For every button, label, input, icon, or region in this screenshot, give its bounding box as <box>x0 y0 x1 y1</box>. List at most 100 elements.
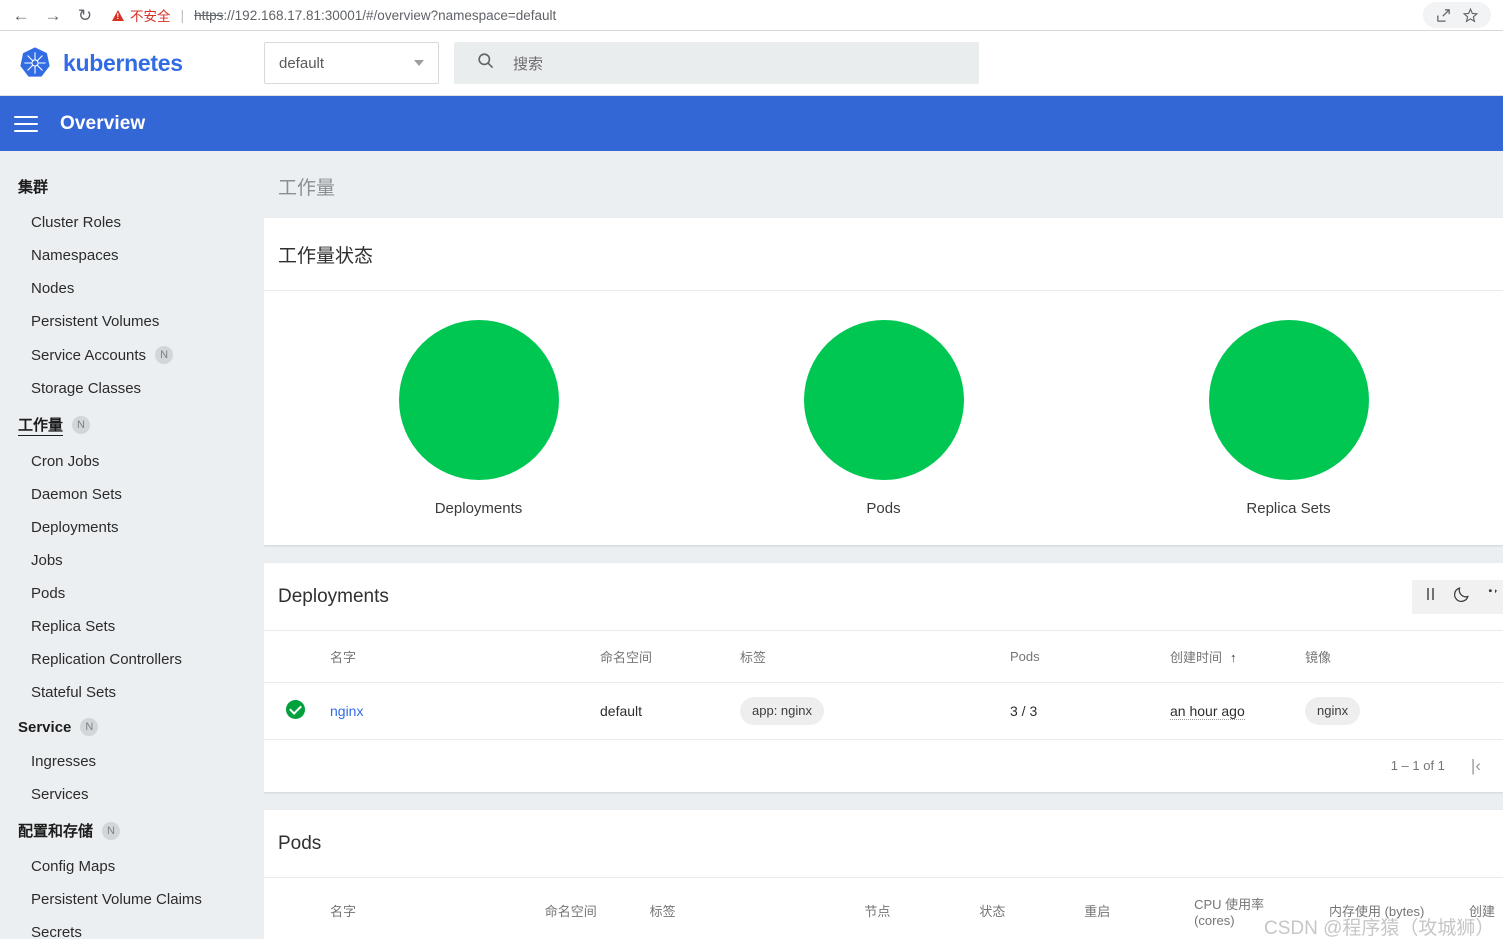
sidebar-item-label: Persistent Volumes <box>31 313 160 330</box>
moon-icon[interactable] <box>1452 585 1471 609</box>
sidebar-item-jobs[interactable]: Jobs <box>0 544 264 577</box>
workload-status-card: 工作量状态 Deployments Pods Replica Sets <box>264 218 1503 545</box>
pods-col-created[interactable]: 创建 <box>1460 877 1503 939</box>
deployments-col-images[interactable]: 镜像 <box>1297 631 1503 683</box>
pods-col-restarts[interactable]: 重启 <box>1076 877 1187 939</box>
first-page-icon[interactable]: |‹ <box>1471 756 1481 776</box>
sidebar-item-cron-jobs[interactable]: Cron Jobs <box>0 445 264 478</box>
sidebar-section-label: Service <box>18 718 72 736</box>
sidebar-item-persistent-volumes[interactable]: Persistent Volumes <box>0 305 264 338</box>
donut-chart-label: Deployments <box>434 499 523 517</box>
sidebar-item-persistent-volume-claims[interactable]: Persistent Volume Claims <box>0 883 264 916</box>
sidebar-item-label: Nodes <box>31 280 75 297</box>
sidebar-section-2[interactable]: Service N <box>0 709 264 745</box>
search-field[interactable]: 搜索 <box>454 42 979 84</box>
sidebar-section-1[interactable]: 工作量 N <box>0 405 264 445</box>
workload-status-title: 工作量状态 <box>264 218 1503 291</box>
deployment-images-cell: nginx <box>1297 682 1503 740</box>
workload-graph-replica-sets: Replica Sets <box>1086 319 1491 517</box>
search-placeholder: 搜索 <box>513 55 544 73</box>
reload-icon[interactable]: ↻ <box>70 2 100 28</box>
sidebar-section-label: 配置和存储 <box>18 823 94 840</box>
sidebar-item-label: Deployments <box>31 519 119 536</box>
dashboard-topbar: kubernetes default 搜索 <box>0 31 1503 96</box>
sidebar-item-label: Secrets <box>31 924 82 939</box>
pods-table-head: 名字 命名空间 标签 节点 状态 重启 CPU 使用率 (cores) 内存使用… <box>264 877 1503 939</box>
sidebar-item-replica-sets[interactable]: Replica Sets <box>0 610 264 643</box>
hamburger-menu-icon[interactable] <box>14 115 38 132</box>
sidebar-item-label: Cron Jobs <box>31 453 100 470</box>
sidebar-item-nodes[interactable]: Nodes <box>0 272 264 305</box>
insecure-warning-icon <box>112 9 124 21</box>
donut-chart <box>398 319 559 480</box>
deployment-name-cell-value[interactable]: nginx <box>330 703 363 719</box>
pods-col-labels[interactable]: 标签 <box>641 877 857 939</box>
sidebar-item-label: Pods <box>31 585 66 602</box>
sidebar-nav[interactable]: 集群 Cluster Roles Namespaces Nodes Persistent… <box>0 151 264 939</box>
pods-col-name[interactable]: 名字 <box>321 877 537 939</box>
table-row[interactable]: nginx default app: nginx 3 / 3 an hour ago ng… <box>264 682 1503 740</box>
sidebar-item-config-maps[interactable]: Config Maps <box>0 850 264 883</box>
brand-label: kubernetes <box>63 49 183 76</box>
sidebar-item-label: Namespaces <box>31 247 119 264</box>
sidebar-item-services[interactable]: Services <box>0 778 264 811</box>
breadcrumb[interactable]: 工作量 <box>264 151 1503 218</box>
deployment-created-cell: an hour ago <box>1162 682 1297 740</box>
more-icon[interactable] <box>1485 586 1501 607</box>
deployments-card-tools <box>1412 579 1503 614</box>
status-ok-icon <box>286 699 305 719</box>
star-icon[interactable] <box>1462 7 1479 24</box>
pods-col-state[interactable]: 状态 <box>971 877 1077 939</box>
sidebar-item-service-accounts[interactable]: Service Accounts N <box>0 338 264 372</box>
sidebar-item-storage-classes[interactable]: Storage Classes <box>0 372 264 405</box>
sidebar-item-pods[interactable]: Pods <box>0 577 264 610</box>
namespace-selector[interactable]: default <box>264 42 439 84</box>
pods-col-cpu[interactable]: CPU 使用率 (cores) <box>1186 877 1321 939</box>
deployments-header-row: 名字 命名空间 标签 Pods 创建时间 ↑ 镜像 <box>264 631 1503 683</box>
pods-col-memory[interactable]: 内存使用 (bytes) <box>1320 877 1461 939</box>
sidebar-item-label: Jobs <box>31 552 63 569</box>
deployments-col-namespace[interactable]: 命名空间 <box>592 631 732 683</box>
deployments-col-name[interactable]: 名字 <box>322 631 592 683</box>
namespace-selected-value: default <box>279 54 325 72</box>
sidebar-item-label: Services <box>31 786 89 803</box>
sidebar-section-0[interactable]: 集群 <box>0 167 264 206</box>
sidebar-item-secrets[interactable]: Secrets <box>0 916 264 939</box>
sidebar-item-ingresses[interactable]: Ingresses <box>0 745 264 778</box>
back-arrow-icon[interactable]: ← <box>6 2 36 28</box>
deployments-col-created[interactable]: 创建时间 ↑ <box>1162 631 1297 683</box>
deployments-page-range: 1 – 1 of 1 <box>1390 758 1445 774</box>
sidebar-section-3[interactable]: 配置和存储 N <box>0 811 264 850</box>
kubernetes-helm-icon <box>18 46 52 80</box>
sidebar-item-label: Stateful Sets <box>31 684 117 701</box>
deployments-col-pods[interactable]: Pods <box>1002 631 1162 683</box>
sidebar-item-stateful-sets[interactable]: Stateful Sets <box>0 676 264 709</box>
address-bar-url: https://192.168.17.81:30001/#/overview?n… <box>194 8 556 23</box>
deployments-title: Deployments <box>278 586 389 607</box>
sidebar-item-replication-controllers[interactable]: Replication Controllers <box>0 643 264 676</box>
pods-col-namespace[interactable]: 命名空间 <box>536 877 642 939</box>
deployments-table-body: nginx default app: nginx 3 / 3 an hour ago ng… <box>264 682 1503 740</box>
deployment-name-cell: nginx <box>322 682 592 740</box>
label-chip: app: nginx <box>740 697 824 725</box>
sidebar-item-deployments[interactable]: Deployments <box>0 511 264 544</box>
pods-col-cpu-line1: CPU 使用率 <box>1194 896 1265 912</box>
deployments-col-labels[interactable]: 标签 <box>732 631 1002 683</box>
address-bar[interactable]: 不安全 | https://192.168.17.81:30001/#/over… <box>104 2 1495 28</box>
sidebar-section-label: 工作量 <box>18 414 64 436</box>
insecure-warning-label: 不安全 <box>130 9 171 24</box>
forward-arrow-icon[interactable]: → <box>38 2 68 28</box>
pods-header-row: 名字 命名空间 标签 节点 状态 重启 CPU 使用率 (cores) 内存使用… <box>264 877 1503 939</box>
pods-col-node[interactable]: 节点 <box>856 877 972 939</box>
chevron-down-icon <box>414 60 424 66</box>
brand-area[interactable]: kubernetes <box>0 31 264 96</box>
sidebar-item-namespaces[interactable]: Namespaces <box>0 239 264 272</box>
sidebar-item-label: Daemon Sets <box>31 486 122 503</box>
share-icon[interactable] <box>1435 7 1452 24</box>
sidebar-item-daemon-sets[interactable]: Daemon Sets <box>0 478 264 511</box>
donut-chart-label: Pods <box>866 499 901 517</box>
omnibox-divider: | <box>180 7 185 23</box>
sidebar-item-cluster-roles[interactable]: Cluster Roles <box>0 206 264 239</box>
pause-icon[interactable] <box>1424 586 1438 607</box>
url-scheme: https <box>194 7 224 23</box>
